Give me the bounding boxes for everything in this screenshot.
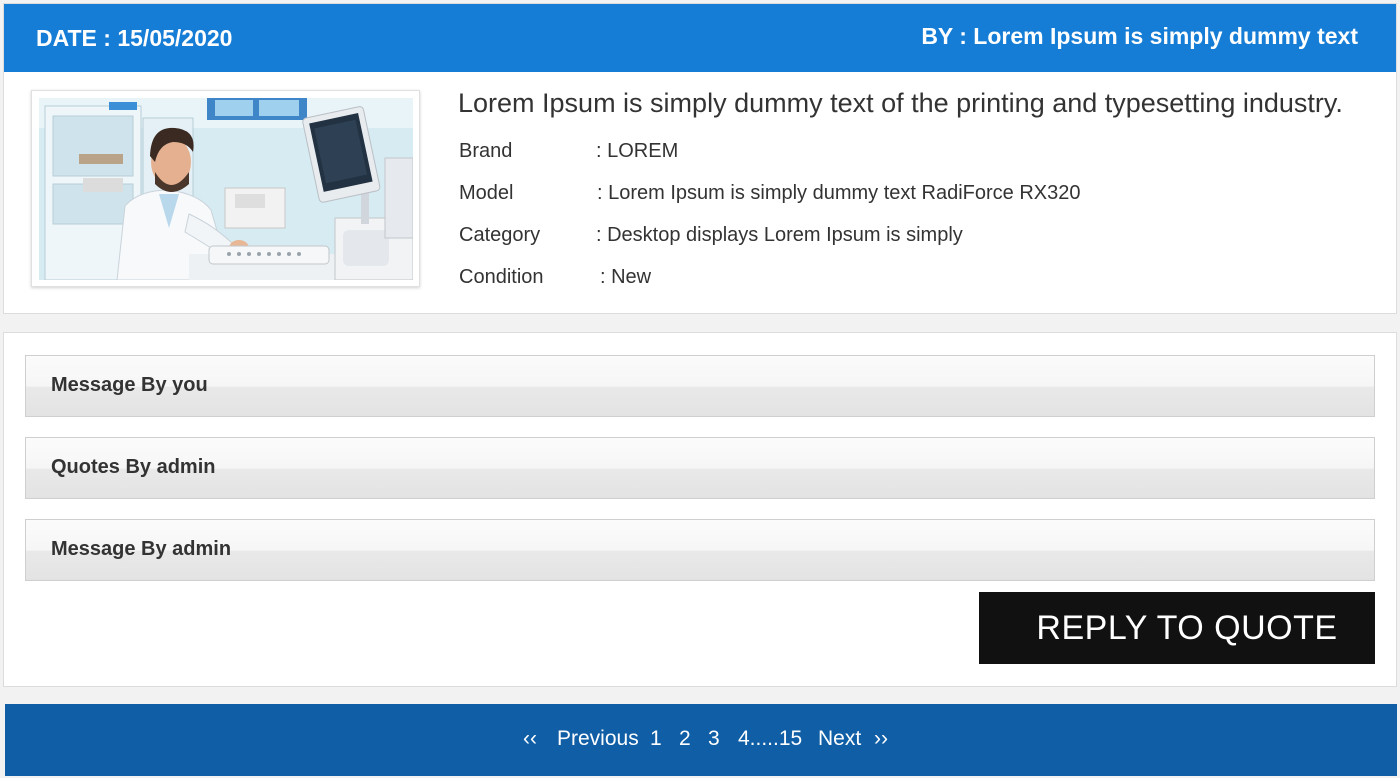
- first-page-link[interactable]: ‹‹: [523, 727, 537, 751]
- quote-detail-card: DATE : 15/05/2020 BY : Lorem Ipsum is si…: [3, 3, 1397, 314]
- spec-label: Condition: [459, 266, 544, 288]
- spec-value: : New: [600, 266, 652, 288]
- next-page-link[interactable]: Next: [818, 727, 861, 751]
- pagination-bar: ‹‹ Previous 1 2 3 4.....15 Next ››: [5, 704, 1397, 776]
- page-link-1[interactable]: 1: [650, 727, 662, 751]
- spec-value: : Desktop displays Lorem Ipsum is simply: [596, 224, 963, 246]
- quote-author: BY : Lorem Ipsum is simply dummy text: [921, 23, 1358, 49]
- messages-card: Message By you Quotes By admin Message B…: [3, 332, 1397, 687]
- reply-to-quote-button[interactable]: REPLY TO QUOTE: [979, 592, 1375, 664]
- spec-label: Model: [459, 182, 514, 204]
- page-link-3[interactable]: 3: [708, 727, 720, 751]
- spec-label: Brand: [459, 140, 513, 162]
- spec-value: : LOREM: [596, 140, 679, 162]
- accordion-label: Message By you: [51, 374, 208, 396]
- accordion-message-by-admin[interactable]: Message By admin: [25, 519, 1375, 581]
- accordion-label: Message By admin: [51, 538, 232, 560]
- product-image: [39, 98, 413, 280]
- accordion-quotes-by-admin[interactable]: Quotes By admin: [25, 437, 1375, 499]
- page-link-range[interactable]: 4.....15: [738, 727, 802, 751]
- accordion-label: Quotes By admin: [51, 456, 216, 478]
- spec-value: : Lorem Ipsum is simply dummy text RadiF…: [597, 182, 1081, 204]
- spec-label: Category: [459, 224, 541, 246]
- accordion-message-by-you[interactable]: Message By you: [25, 355, 1375, 417]
- quote-date: DATE : 15/05/2020: [36, 25, 233, 51]
- product-title: Lorem Ipsum is simply dummy text of the …: [458, 88, 1343, 118]
- previous-page-link[interactable]: Previous: [557, 727, 639, 751]
- last-page-link[interactable]: ››: [874, 727, 888, 751]
- page-link-2[interactable]: 2: [679, 727, 691, 751]
- product-image-frame: [31, 90, 420, 287]
- quote-header-bar: DATE : 15/05/2020 BY : Lorem Ipsum is si…: [4, 4, 1396, 72]
